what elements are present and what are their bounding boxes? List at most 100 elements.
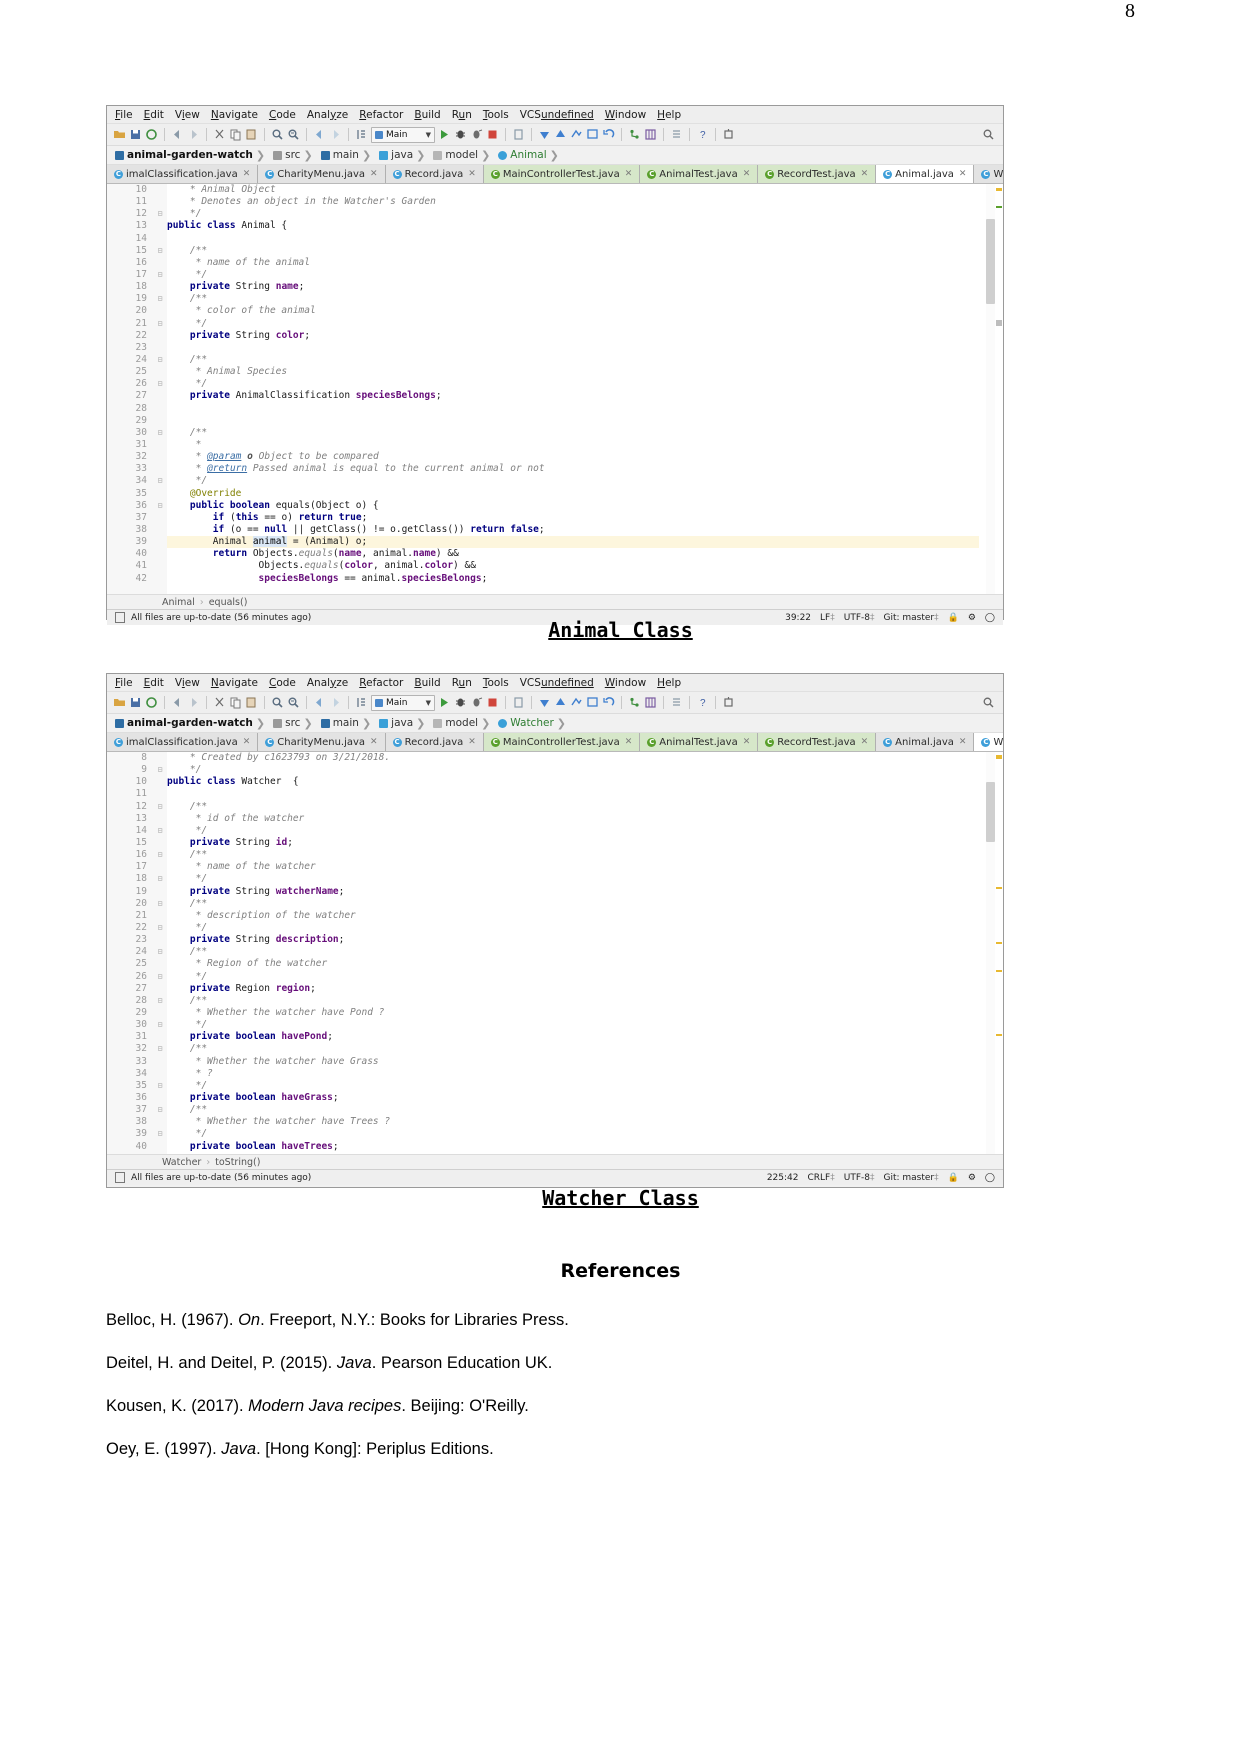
breadcrumb-item-java[interactable]: java ❯ xyxy=(379,149,433,162)
close-icon[interactable]: ✕ xyxy=(243,169,251,179)
code-line[interactable]: */ xyxy=(167,764,979,776)
compile-icon[interactable] xyxy=(355,128,368,141)
editor-tab-charitymenu-java[interactable]: C CharityMenu.java ✕ xyxy=(258,165,386,183)
code-line[interactable]: * @return Passed animal is equal to the … xyxy=(167,463,979,475)
fold-column[interactable]: ⊟ ⊟ ⊟ ⊟ ⊟ ⊟ ⊟ ⊟ ⊟ ⊟ ⊟ ⊟ ⊟ ⊟ ⊟ xyxy=(153,752,167,1154)
fold-handle[interactable]: ⊟ xyxy=(153,873,167,885)
fold-handle[interactable]: ⊟ xyxy=(153,245,167,257)
menu-item-view[interactable]: View xyxy=(175,109,200,121)
prev-occurrence-icon[interactable] xyxy=(313,696,326,709)
nav-crumb[interactable]: Watcher xyxy=(162,1157,201,1168)
code-line[interactable]: * Animal Object xyxy=(167,184,979,196)
editor-tab-animal-java[interactable]: C Animal.java ✕ xyxy=(876,165,975,183)
fold-column[interactable]: ⊟ ⊟ ⊟ ⊟ ⊟ ⊟ ⊟ ⊟ ⊟ ⊟ xyxy=(153,184,167,594)
code-line[interactable] xyxy=(167,342,979,354)
close-icon[interactable]: ✕ xyxy=(959,169,967,179)
code-line[interactable]: /** xyxy=(167,801,979,813)
code-line[interactable]: Animal animal = (Animal) o; xyxy=(167,536,979,549)
run-coverage-icon[interactable] xyxy=(470,696,483,709)
fold-handle[interactable]: ⊟ xyxy=(153,500,167,512)
caret-position[interactable]: 225:42 xyxy=(767,1173,799,1183)
code-line[interactable]: */ xyxy=(167,269,979,281)
editor-tab-record-java[interactable]: C Record.java ✕ xyxy=(385,733,484,751)
rollback-icon[interactable] xyxy=(602,696,615,709)
error-stripe[interactable] xyxy=(996,752,1002,1154)
close-icon[interactable]: ✕ xyxy=(743,169,751,179)
lock-icon[interactable]: 🔒 xyxy=(948,1173,959,1183)
run-configuration-selector[interactable]: Main ▼ xyxy=(371,694,435,711)
code-line[interactable]: */ xyxy=(167,971,979,983)
fold-handle[interactable]: ⊟ xyxy=(153,293,167,305)
code-line[interactable]: private String id; xyxy=(167,837,979,849)
forward-arrow-icon[interactable] xyxy=(187,696,200,709)
menu-item-navigate[interactable]: Navigate xyxy=(211,677,258,689)
menu-item-code[interactable]: Code xyxy=(269,677,296,689)
code-line[interactable]: */ xyxy=(167,922,979,934)
find-icon[interactable] xyxy=(271,696,284,709)
save-icon[interactable] xyxy=(129,128,142,141)
fold-handle[interactable]: ⊟ xyxy=(153,1128,167,1140)
code-line[interactable]: */ xyxy=(167,475,979,487)
breadcrumb-item-main[interactable]: main ❯ xyxy=(320,717,379,730)
code-line[interactable] xyxy=(167,415,979,427)
breadcrumb-item-animal[interactable]: Animal ❯ xyxy=(498,149,567,162)
structure-icon[interactable] xyxy=(670,696,683,709)
fold-handle[interactable]: ⊟ xyxy=(153,427,167,439)
fold-handle[interactable]: ⊟ xyxy=(153,269,167,281)
breadcrumb-item-animal-garden-watch[interactable]: animal-garden-watch ❯ xyxy=(115,717,273,730)
close-icon[interactable]: ✕ xyxy=(743,737,751,747)
fold-handle[interactable]: ⊟ xyxy=(153,825,167,837)
debug-icon[interactable] xyxy=(454,696,467,709)
menu-item-build[interactable]: Build xyxy=(414,109,440,121)
fold-handle[interactable]: ⊟ xyxy=(153,354,167,366)
git-branch[interactable]: Git: master‡ xyxy=(883,1173,938,1183)
menu-item-window[interactable]: Window xyxy=(605,677,646,689)
code-lines-animal[interactable]: * Animal Object * Denotes an object in t… xyxy=(167,184,979,594)
breadcrumb-item-src[interactable]: src ❯ xyxy=(273,717,321,730)
menu-item-vcs[interactable]: VCSundefined xyxy=(520,677,594,689)
help-icon[interactable]: ? xyxy=(696,696,709,709)
code-line[interactable]: @Override xyxy=(167,488,979,500)
code-line[interactable]: /** xyxy=(167,849,979,861)
debug-icon[interactable] xyxy=(454,128,467,141)
code-line[interactable]: * description of the watcher xyxy=(167,910,979,922)
menu-item-refactor[interactable]: Refactor xyxy=(359,677,403,689)
breadcrumb-item-java[interactable]: java ❯ xyxy=(379,717,433,730)
nav-crumb[interactable]: Animal xyxy=(162,597,195,608)
cut-icon[interactable] xyxy=(213,696,226,709)
menu-item-edit[interactable]: Edit xyxy=(144,109,164,121)
search-everywhere-icon[interactable] xyxy=(982,696,995,709)
menu-item-analyze[interactable]: Analyze xyxy=(307,677,348,689)
close-icon[interactable]: ✕ xyxy=(959,737,967,747)
code-line[interactable]: * Whether the watcher have Pond ? xyxy=(167,1007,979,1019)
copy-icon[interactable] xyxy=(229,128,242,141)
compile-icon[interactable] xyxy=(355,696,368,709)
fold-handle[interactable]: ⊟ xyxy=(153,946,167,958)
code-line[interactable]: * xyxy=(167,439,979,451)
code-line[interactable]: */ xyxy=(167,1080,979,1092)
editor-tab-animal-java[interactable]: C Animal.java ✕ xyxy=(876,733,975,751)
menu-item-file[interactable]: File xyxy=(115,677,133,689)
close-icon[interactable]: ✕ xyxy=(370,169,378,179)
code-line[interactable]: return Objects.equals(name, animal.name)… xyxy=(167,548,979,560)
menu-item-view[interactable]: View xyxy=(175,677,200,689)
sdk-icon[interactable] xyxy=(722,128,735,141)
menu-item-help[interactable]: Help xyxy=(657,677,681,689)
menu-item-file[interactable]: File xyxy=(115,109,133,121)
code-line[interactable]: * Region of the watcher xyxy=(167,958,979,970)
code-line[interactable]: private AnimalClassification speciesBelo… xyxy=(167,390,979,402)
editor-tab-maincontrollertest-java[interactable]: C MainControllerTest.java ✕ xyxy=(483,165,641,183)
editor-tab-animaltest-java[interactable]: C AnimalTest.java ✕ xyxy=(640,165,759,183)
branches-icon[interactable] xyxy=(628,696,641,709)
push-icon[interactable] xyxy=(570,696,583,709)
file-encoding[interactable]: UTF-8‡ xyxy=(844,1173,875,1183)
stop-icon[interactable] xyxy=(486,128,499,141)
gear-icon[interactable]: ⚙ xyxy=(968,1173,976,1183)
menu-item-vcs[interactable]: VCSundefined xyxy=(520,109,594,121)
code-line[interactable]: * Created by c1623793 on 3/21/2018. xyxy=(167,752,979,764)
close-icon[interactable]: ✕ xyxy=(243,737,251,747)
editor-tab-imalclassification-java[interactable]: CimalClassification.java ✕ xyxy=(107,733,259,751)
code-lines-watcher[interactable]: * Created by c1623793 on 3/21/2018. */pu… xyxy=(167,752,979,1154)
code-line[interactable]: private boolean haveTrees; xyxy=(167,1141,979,1153)
fold-handle[interactable]: ⊟ xyxy=(153,898,167,910)
